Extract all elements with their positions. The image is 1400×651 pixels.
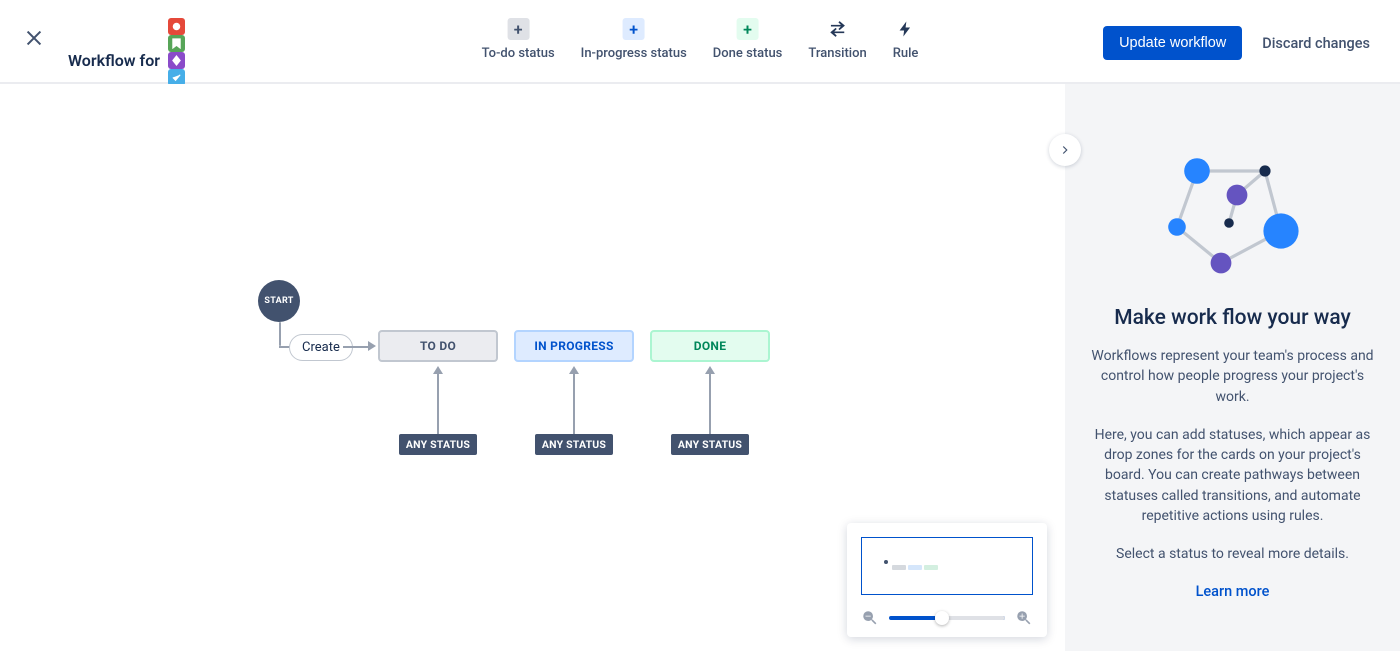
toolbar-label: Transition [808,46,866,61]
toolbar: + To-do status + In-progress status + Do… [482,18,919,61]
minimap-node [924,565,938,570]
any-status-source[interactable]: ANY STATUS [535,434,613,455]
panel-paragraph: Workflows represent your team's process … [1091,346,1374,407]
plus-icon: + [507,18,529,40]
bug-icon [168,18,185,35]
arrow-icon [433,366,443,374]
connector-line [437,374,439,434]
add-transition-button[interactable]: Transition [808,18,866,61]
connector-line [573,374,575,434]
zoom-slider-thumb[interactable] [935,611,949,625]
panel-paragraph: Select a status to reveal more details. [1091,544,1374,564]
minimap-node [884,560,888,564]
add-inprogress-status-button[interactable]: + In-progress status [581,18,687,61]
add-todo-status-button[interactable]: + To-do status [482,18,555,61]
workflow-canvas[interactable]: START Create TO DO IN PROGRESS DONE ANY … [0,84,1065,651]
toolbar-label: Done status [713,46,783,61]
plus-icon: + [737,18,759,40]
zoom-out-icon [861,609,879,627]
plus-icon: + [623,18,645,40]
minimap-viewport[interactable] [861,537,1033,595]
collapse-panel-button[interactable] [1049,134,1081,166]
connector-line [343,346,371,348]
add-rule-button[interactable]: Rule [893,18,919,61]
learn-more-link[interactable]: Learn more [1091,583,1374,600]
toolbar-label: In-progress status [581,46,687,61]
lightning-icon [895,18,917,40]
chevron-right-icon [1058,143,1072,157]
start-node[interactable]: START [258,280,300,322]
details-panel: Make work flow your way Workflows repres… [1065,84,1400,651]
create-transition[interactable]: Create [289,334,353,361]
discard-changes-button[interactable]: Discard changes [1262,35,1370,52]
connector-line [279,322,281,346]
connector-line [709,374,711,434]
toolbar-label: To-do status [482,46,555,61]
add-done-status-button[interactable]: + Done status [713,18,783,61]
arrow-icon [569,366,579,374]
arrow-icon [705,366,715,374]
minimap [847,523,1047,637]
epic-icon [168,52,185,69]
status-node-done[interactable]: DONE [650,330,770,362]
transition-icon [827,18,849,40]
arrow-icon [368,341,376,351]
update-workflow-button[interactable]: Update workflow [1103,26,1242,60]
zoom-out-button[interactable] [861,609,879,627]
workflow-illustration [1153,144,1313,294]
panel-title: Make work flow your way [1091,306,1374,330]
story-icon [168,35,185,52]
any-status-source[interactable]: ANY STATUS [671,434,749,455]
minimap-node [908,565,922,570]
panel-paragraph: Here, you can add statuses, which appear… [1091,425,1374,526]
status-node-todo[interactable]: TO DO [378,330,498,362]
minimap-node [892,565,906,570]
zoom-slider[interactable] [889,616,1005,620]
zoom-in-button[interactable] [1015,609,1033,627]
editor-header: Workflow for Space Cafe + To-do status +… [0,0,1400,84]
workflow-title-prefix: Workflow for [68,51,160,70]
status-node-inprogress[interactable]: IN PROGRESS [514,330,634,362]
close-icon [23,27,45,49]
any-status-source[interactable]: ANY STATUS [399,434,477,455]
close-button[interactable] [18,22,50,54]
zoom-in-icon [1015,609,1033,627]
toolbar-label: Rule [893,46,919,61]
